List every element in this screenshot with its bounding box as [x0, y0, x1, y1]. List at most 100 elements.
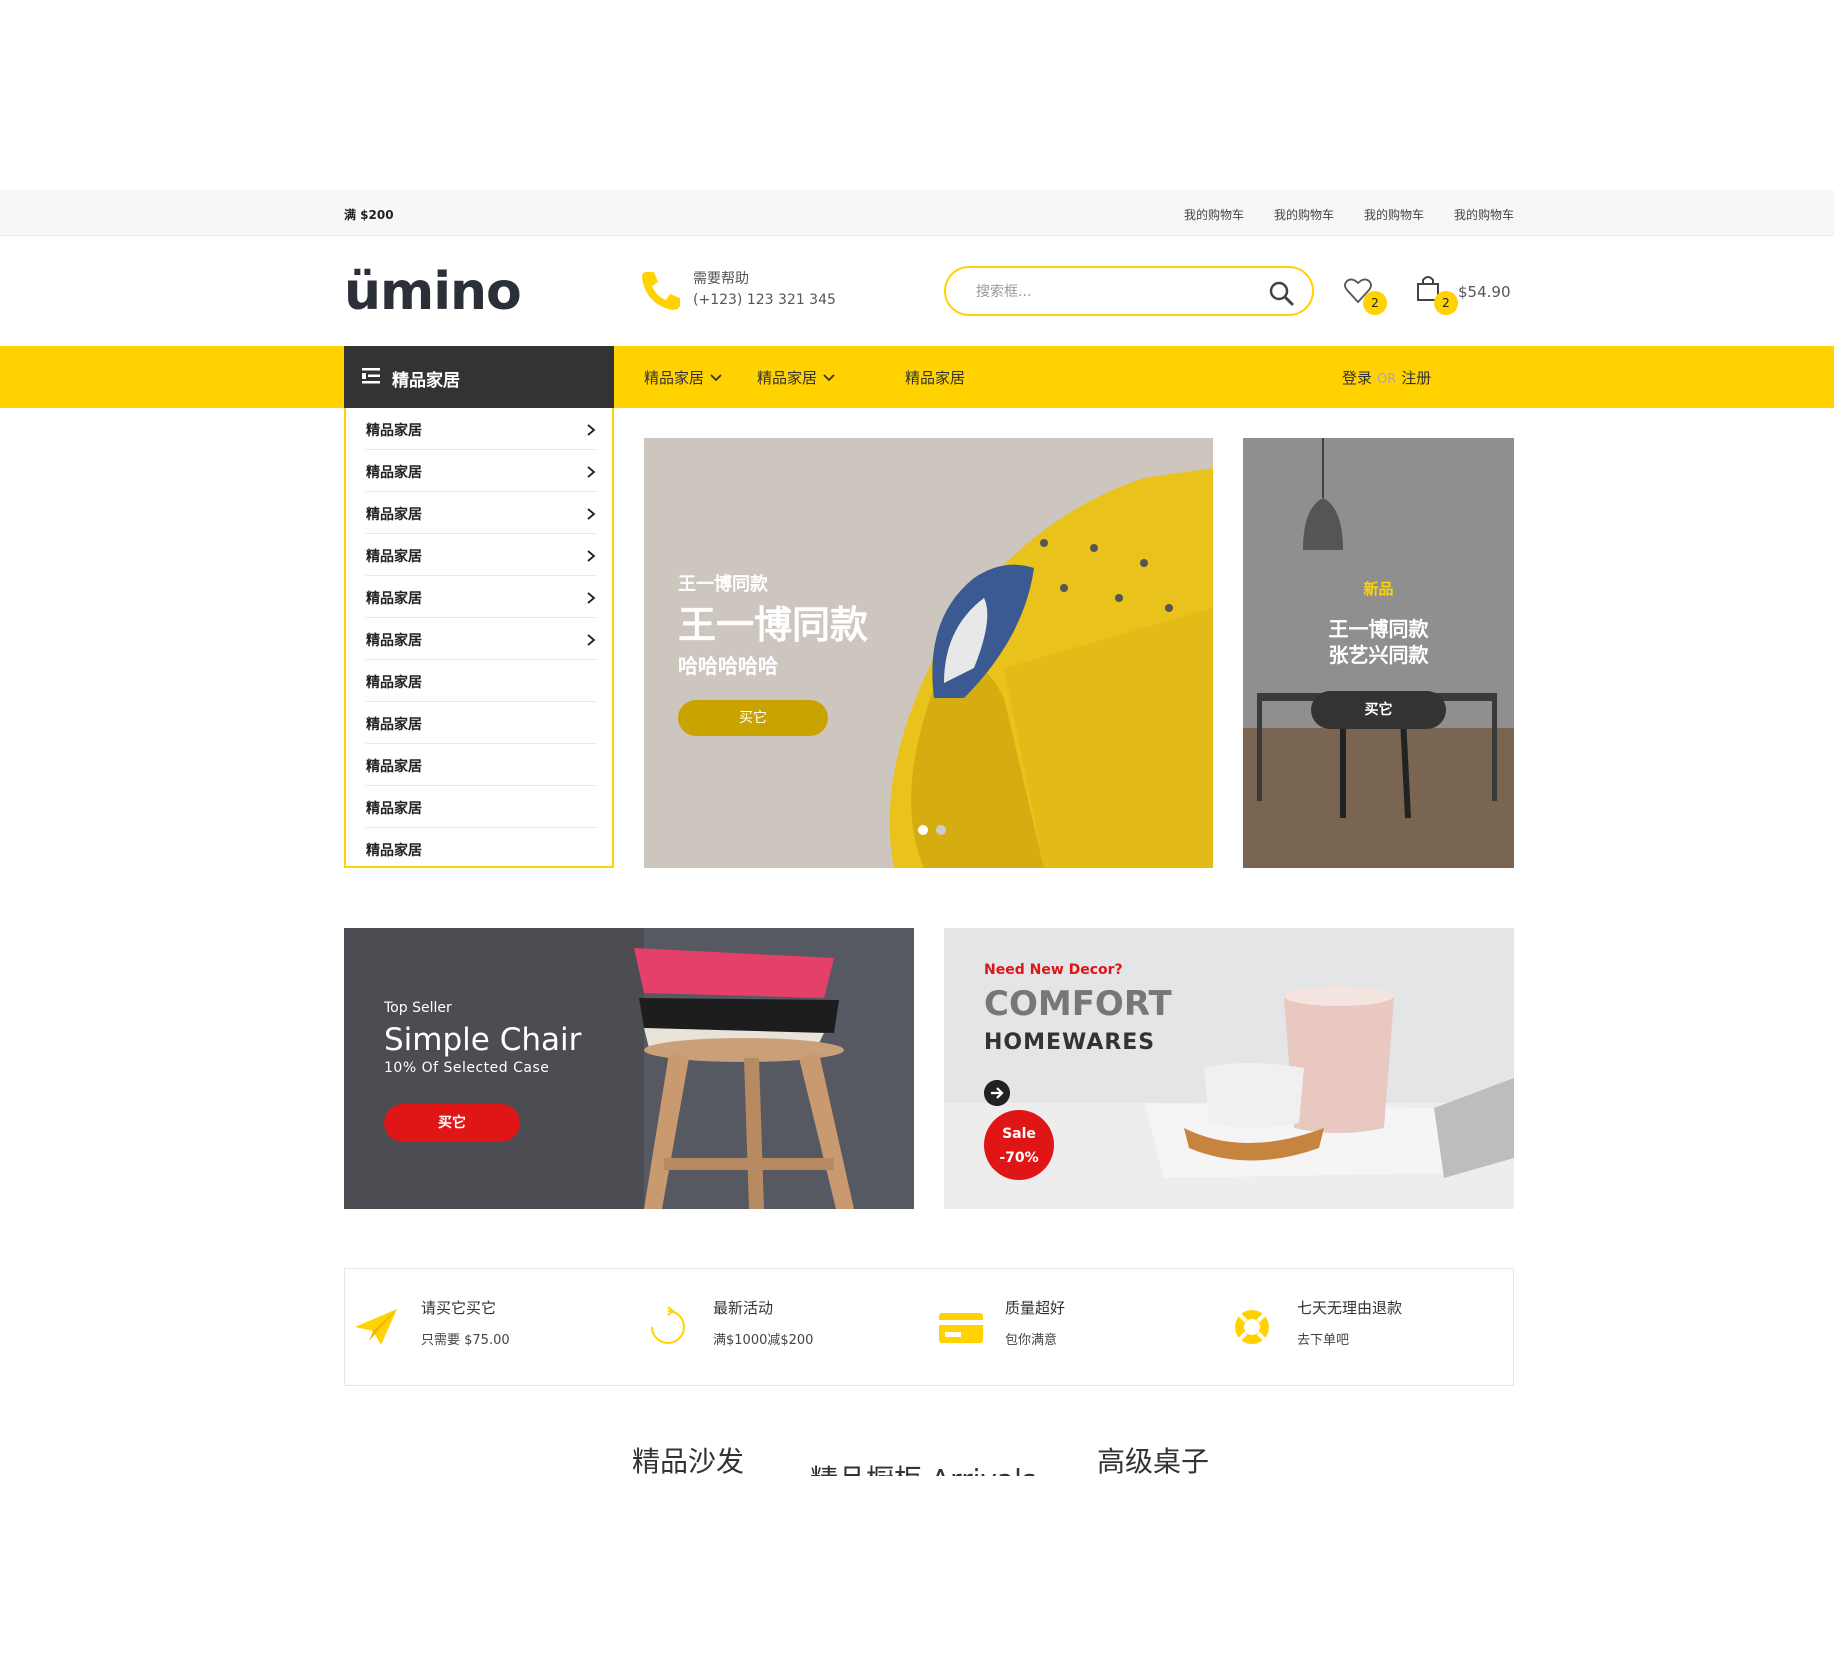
cart-total[interactable]: $54.90	[1458, 283, 1511, 301]
top-link-cart-2[interactable]: 我的购物车	[1274, 206, 1334, 223]
features-strip: 请买它买它 只需要 $75.00 最新活动 满$1000减$200 质量超好 包…	[344, 1268, 1514, 1386]
feature-item: 七天无理由退款 去下单吧	[1221, 1269, 1513, 1387]
promo-left-subtitle: 10% Of Selected Case	[384, 1060, 550, 1076]
login-link[interactable]: 登录	[1342, 369, 1372, 387]
category-item-label: 精品家居	[366, 633, 422, 649]
promo-text: 满 $200	[344, 208, 394, 222]
promo-left-title: Simple Chair	[384, 1022, 582, 1058]
menu-icon	[362, 368, 380, 384]
category-item-label: 精品家居	[366, 423, 422, 439]
category-item[interactable]: 精品家居	[366, 660, 596, 702]
category-menu-toggle[interactable]: 精品家居	[344, 346, 614, 408]
category-item-label: 精品家居	[366, 465, 422, 481]
search-icon[interactable]	[1268, 280, 1294, 306]
category-item-label: 精品家居	[366, 717, 422, 733]
category-item[interactable]: 精品家居	[366, 576, 596, 618]
feature-item: 质量超好 包你满意	[929, 1269, 1221, 1387]
nav-item-2[interactable]: 精品家居	[757, 367, 835, 388]
feature-item: 请买它买它 只需要 $75.00	[345, 1269, 637, 1387]
category-item-label: 精品家居	[366, 843, 422, 859]
category-item[interactable]: 精品家居	[366, 408, 596, 450]
nav-item-1[interactable]: 精品家居	[644, 367, 722, 388]
logo[interactable]: ümino	[344, 262, 522, 322]
arrow-right-icon[interactable]	[984, 1080, 1010, 1106]
promo-banner-homewares[interactable]: Need New Decor? COMFORT HOMEWARES Sale -…	[944, 928, 1514, 1209]
sale-badge: Sale -70%	[984, 1110, 1054, 1180]
tab-cabinets-label: 精品橱柜 Arrivals	[810, 1458, 1036, 1476]
logo-text: ümino	[344, 262, 522, 322]
top-link-cart-3[interactable]: 我的购物车	[1364, 206, 1424, 223]
nav-item-3[interactable]: 精品家居	[905, 367, 965, 388]
nav-item-label: 精品家居	[757, 369, 818, 387]
side-banner: 新品 王一博同款 张艺兴同款 买它	[1243, 438, 1514, 868]
side-banner-title: 王一博同款 张艺兴同款	[1243, 616, 1514, 668]
promo-right-tag: Need New Decor?	[984, 962, 1123, 978]
wishlist-count-badge: 2	[1363, 291, 1387, 315]
slider-dot-1[interactable]	[918, 825, 928, 835]
category-item-label: 精品家居	[366, 675, 422, 691]
nav-item-label: 精品家居	[644, 369, 705, 387]
credit-card-icon	[939, 1313, 983, 1343]
feature-item: 最新活动 满$1000减$200	[637, 1269, 929, 1387]
nav-item-label: 精品家居	[905, 369, 966, 387]
feature-title: 请买它买它	[421, 1299, 497, 1317]
hero-buy-button[interactable]: 买它	[678, 700, 828, 736]
feature-title: 七天无理由退款	[1297, 1299, 1403, 1317]
auth-links: 登录 OR 注册	[1342, 367, 1431, 388]
category-item[interactable]: 精品家居	[366, 702, 596, 744]
category-item[interactable]: 精品家居	[366, 492, 596, 534]
chevron-right-icon	[587, 424, 596, 436]
tab-sofas[interactable]: 精品沙发	[632, 1440, 744, 1480]
top-link-cart-1[interactable]: 我的购物车	[1184, 206, 1244, 223]
top-link-cart-4[interactable]: 我的购物车	[1454, 206, 1514, 223]
lifebuoy-icon	[1235, 1310, 1269, 1344]
category-menu-title: 精品家居	[392, 371, 460, 391]
feature-text: 只需要 $75.00	[421, 1333, 510, 1348]
hero-small-title: 王一博同款	[678, 574, 768, 595]
category-item[interactable]: 精品家居	[366, 534, 596, 576]
register-link[interactable]: 注册	[1401, 369, 1431, 387]
category-item-label: 精品家居	[366, 801, 422, 817]
help-phone[interactable]: (+123) 123 321 345	[693, 292, 836, 308]
category-item[interactable]: 精品家居	[366, 786, 596, 828]
promo-left-buy-button[interactable]: 买它	[384, 1104, 520, 1142]
feature-title: 质量超好	[1005, 1299, 1066, 1317]
category-list: 精品家居 精品家居 精品家居 精品家居 精品家居 精品家居 精品家居 精品家居 精品家居 精品家居…	[344, 408, 614, 868]
hero-slider: 王一博同款 王一博同款 哈哈哈哈哈 买它	[644, 438, 1213, 868]
feature-text: 满$1000减$200	[713, 1333, 814, 1348]
top-bar: 满 $200 我的购物车 我的购物车 我的购物车 我的购物车	[0, 190, 1834, 236]
tab-cabinets[interactable]: 精品橱柜 Arrivals	[800, 1452, 1040, 1476]
help-label: 需要帮助	[693, 271, 749, 287]
category-item-label: 精品家居	[366, 549, 422, 565]
or-separator: OR	[1377, 372, 1397, 387]
tab-tables[interactable]: 高级桌子	[1097, 1440, 1209, 1480]
sale-value: -70%	[999, 1150, 1039, 1166]
promo-banner-chair[interactable]: Top Seller Simple Chair 10% Of Selected …	[344, 928, 914, 1209]
category-item-label: 精品家居	[366, 759, 422, 775]
slider-dot-2[interactable]	[936, 825, 946, 835]
side-banner-title-line1: 王一博同款	[1328, 617, 1429, 641]
paper-plane-icon	[355, 1309, 397, 1345]
category-item[interactable]: 精品家居	[366, 828, 596, 870]
chevron-right-icon	[587, 508, 596, 520]
chevron-right-icon	[587, 550, 596, 562]
chevron-right-icon	[587, 634, 596, 646]
promo-right-subtitle: HOMEWARES	[984, 1030, 1156, 1055]
category-item-label: 精品家居	[366, 507, 422, 523]
chevron-down-icon	[710, 373, 722, 381]
promo-left-tag: Top Seller	[384, 1000, 452, 1016]
search-input[interactable]	[976, 280, 1256, 304]
search-box	[944, 266, 1314, 316]
category-item[interactable]: 精品家居	[366, 450, 596, 492]
category-item[interactable]: 精品家居	[366, 618, 596, 660]
refresh-icon	[651, 1306, 685, 1344]
feature-text: 包你满意	[1005, 1333, 1058, 1348]
phone-icon	[642, 272, 680, 310]
category-item[interactable]: 精品家居	[366, 744, 596, 786]
chevron-right-icon	[587, 466, 596, 478]
sale-label: Sale	[1002, 1126, 1036, 1142]
hero-subtitle: 哈哈哈哈哈	[678, 654, 778, 678]
top-links: 我的购物车 我的购物车 我的购物车 我的购物车	[1184, 206, 1514, 223]
hero-title: 王一博同款	[678, 603, 869, 647]
side-banner-buy-button[interactable]: 买它	[1311, 691, 1446, 729]
